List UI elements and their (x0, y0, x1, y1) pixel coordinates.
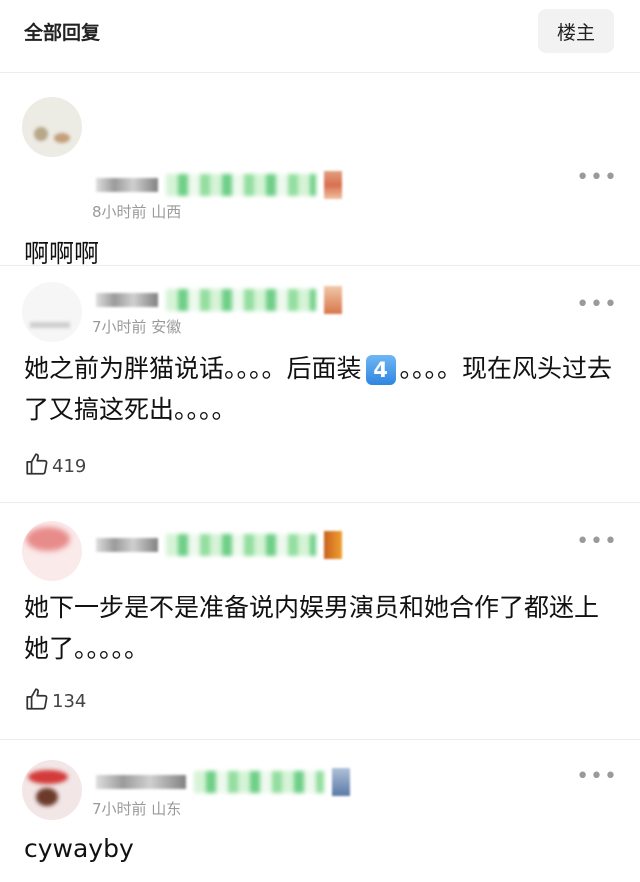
like-count: 419 (52, 455, 87, 477)
thumbs-up-icon (24, 451, 50, 481)
comment-text: cywayby (24, 834, 134, 863)
more-dots-icon[interactable]: ••• (576, 766, 618, 788)
comment-text: 她之前为胖猫说话。。。。后面装 4 。。。。现在风头过去了又搞这死出。。。。 (24, 354, 613, 424)
comment-item: ••• 7小时前 山东 cywayby (0, 740, 640, 882)
more-dots-icon[interactable]: ••• (576, 167, 618, 189)
comment-text: 她下一步是不是准备说内娱男演员和她合作了都迷上她了。。。。。 (24, 593, 600, 663)
like-button[interactable]: 134 (24, 686, 86, 716)
avatar[interactable] (22, 97, 82, 157)
like-count: 134 (52, 690, 87, 712)
username-blurred[interactable] (96, 286, 342, 314)
username-blurred[interactable] (96, 531, 342, 559)
comment-item: ••• 8小时前 山西 啊啊啊 2 (0, 73, 640, 314)
comment-meta: 7小时前 山东 (92, 800, 182, 818)
comment-meta: 7小时前 安徽 (92, 318, 182, 336)
username-blurred[interactable] (96, 768, 350, 796)
avatar[interactable] (22, 282, 82, 342)
comment-item: ••• 7小时前 安徽 她之前为胖猫说话。。。。后面装 4 。。。。现在风头过去了又… (0, 266, 640, 503)
like-button[interactable]: 419 (24, 451, 86, 481)
thumbs-up-icon (24, 686, 50, 716)
avatar[interactable] (22, 521, 82, 581)
more-dots-icon[interactable]: ••• (576, 531, 618, 553)
comment-item: ••• 她下一步是不是准备说内娱男演员和她合作了都迷上她了。。。。。 134 (0, 503, 640, 740)
page-title: 全部回复 (24, 22, 101, 44)
more-dots-icon[interactable]: ••• (576, 294, 618, 316)
username-blurred[interactable] (96, 171, 342, 199)
reply-header: 全部回复 楼主 (0, 0, 640, 73)
keycap-four-emoji: 4 (365, 355, 396, 385)
avatar[interactable] (22, 760, 82, 820)
op-only-filter-button[interactable]: 楼主 (538, 9, 614, 53)
comment-meta: 8小时前 山西 (92, 203, 182, 221)
